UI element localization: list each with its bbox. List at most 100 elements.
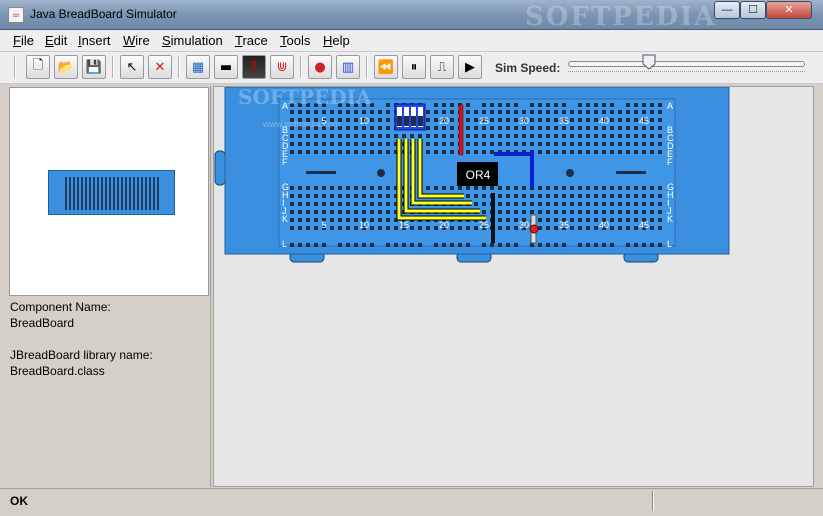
board-hole[interactable] xyxy=(346,226,350,230)
board-hole[interactable] xyxy=(442,150,446,154)
board-hole[interactable] xyxy=(602,103,606,107)
board-hole[interactable] xyxy=(570,194,574,198)
red-wire[interactable] xyxy=(458,104,464,156)
board-hole[interactable] xyxy=(538,202,542,206)
save-button[interactable]: 💾 xyxy=(82,55,106,79)
board-hole[interactable] xyxy=(554,142,558,146)
board-hole[interactable] xyxy=(426,134,430,138)
board-hole[interactable] xyxy=(474,194,478,198)
minimize-button[interactable]: — xyxy=(714,1,740,19)
board-hole[interactable] xyxy=(642,110,646,114)
board-hole[interactable] xyxy=(514,186,518,190)
board-hole[interactable] xyxy=(354,126,358,130)
board-hole[interactable] xyxy=(594,202,598,206)
menu-wire[interactable]: Wire xyxy=(123,33,150,48)
board-hole[interactable] xyxy=(354,243,358,247)
board-hole[interactable] xyxy=(442,142,446,146)
board-hole[interactable] xyxy=(354,110,358,114)
board-hole[interactable] xyxy=(618,142,622,146)
board-hole[interactable] xyxy=(610,150,614,154)
board-hole[interactable] xyxy=(354,150,358,154)
board-hole[interactable] xyxy=(442,186,446,190)
board-hole[interactable] xyxy=(650,110,654,114)
board-hole[interactable] xyxy=(322,194,326,198)
board-hole[interactable] xyxy=(298,134,302,138)
board-hole[interactable] xyxy=(386,118,390,122)
board-hole[interactable] xyxy=(602,142,606,146)
board-hole[interactable] xyxy=(298,194,302,198)
board-hole[interactable] xyxy=(554,226,558,230)
board-hole[interactable] xyxy=(362,194,366,198)
board-hole[interactable] xyxy=(594,126,598,130)
board-hole[interactable] xyxy=(346,126,350,130)
board-hole[interactable] xyxy=(658,186,662,190)
board-hole[interactable] xyxy=(314,194,318,198)
board-hole[interactable] xyxy=(586,142,590,146)
board-hole[interactable] xyxy=(658,194,662,198)
board-hole[interactable] xyxy=(370,134,374,138)
sim-speed-slider-thumb[interactable] xyxy=(642,54,656,70)
board-hole[interactable] xyxy=(330,218,334,222)
board-hole[interactable] xyxy=(498,134,502,138)
board-hole[interactable] xyxy=(602,134,606,138)
board-hole[interactable] xyxy=(482,194,486,198)
board-hole[interactable] xyxy=(474,186,478,190)
board-hole[interactable] xyxy=(290,226,294,230)
board-hole[interactable] xyxy=(298,243,302,247)
board-hole[interactable] xyxy=(634,110,638,114)
board-hole[interactable] xyxy=(306,150,310,154)
sim-speed-slider-track[interactable] xyxy=(568,61,805,67)
board-hole[interactable] xyxy=(482,103,486,107)
board-hole[interactable] xyxy=(306,142,310,146)
board-hole[interactable] xyxy=(442,126,446,130)
board-hole[interactable] xyxy=(618,134,622,138)
board-hole[interactable] xyxy=(562,110,566,114)
board-hole[interactable] xyxy=(498,126,502,130)
board-hole[interactable] xyxy=(626,202,630,206)
board-hole[interactable] xyxy=(546,194,550,198)
board-hole[interactable] xyxy=(450,110,454,114)
board-hole[interactable] xyxy=(594,218,598,222)
board-hole[interactable] xyxy=(538,150,542,154)
board-hole[interactable] xyxy=(370,210,374,214)
board-hole[interactable] xyxy=(650,202,654,206)
board-hole[interactable] xyxy=(546,202,550,206)
board-hole[interactable] xyxy=(314,226,318,230)
board-hole[interactable] xyxy=(658,243,662,247)
board-hole[interactable] xyxy=(642,194,646,198)
board-hole[interactable] xyxy=(498,243,502,247)
board-hole[interactable] xyxy=(658,126,662,130)
board-hole[interactable] xyxy=(370,118,374,122)
board-hole[interactable] xyxy=(634,226,638,230)
board-hole[interactable] xyxy=(386,134,390,138)
board-hole[interactable] xyxy=(562,126,566,130)
board-hole[interactable] xyxy=(578,194,582,198)
board-hole[interactable] xyxy=(498,218,502,222)
board-hole[interactable] xyxy=(618,110,622,114)
board-hole[interactable] xyxy=(434,142,438,146)
board-hole[interactable] xyxy=(426,118,430,122)
board-hole[interactable] xyxy=(530,202,534,206)
board-hole[interactable] xyxy=(386,210,390,214)
board-hole[interactable] xyxy=(650,226,654,230)
board-hole[interactable] xyxy=(546,110,550,114)
close-button[interactable]: ✕ xyxy=(766,1,812,19)
board-hole[interactable] xyxy=(386,243,390,247)
board-hole[interactable] xyxy=(354,226,358,230)
board-hole[interactable] xyxy=(514,126,518,130)
board-hole[interactable] xyxy=(362,202,366,206)
board-hole[interactable] xyxy=(610,243,614,247)
board-hole[interactable] xyxy=(586,194,590,198)
board-hole[interactable] xyxy=(474,226,478,230)
board-hole[interactable] xyxy=(362,210,366,214)
board-hole[interactable] xyxy=(306,210,310,214)
board-hole[interactable] xyxy=(650,150,654,154)
board-hole[interactable] xyxy=(562,243,566,247)
board-hole[interactable] xyxy=(354,186,358,190)
board-hole[interactable] xyxy=(346,210,350,214)
board-hole[interactable] xyxy=(394,243,398,247)
board-hole[interactable] xyxy=(418,243,422,247)
board-hole[interactable] xyxy=(642,142,646,146)
board-hole[interactable] xyxy=(322,134,326,138)
dip-switch[interactable] xyxy=(394,103,426,131)
